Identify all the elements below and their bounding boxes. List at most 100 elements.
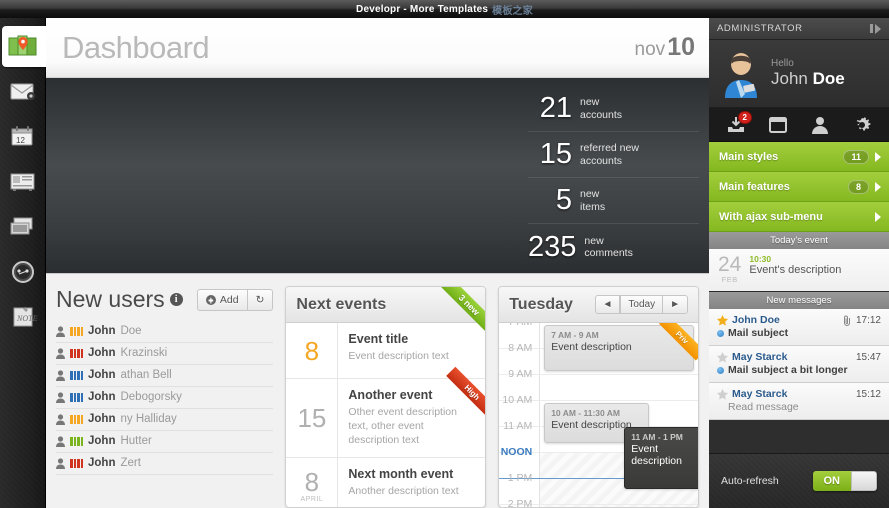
today-event-item[interactable]: 24 FEB 10:30 Event's description (709, 249, 889, 292)
calendar-event-desc: Event description (631, 443, 682, 467)
stat-referred-accounts: 15 referred new accounts (528, 132, 699, 178)
gear-icon[interactable] (851, 115, 873, 135)
new-users-title: New users i (56, 286, 183, 313)
calendar-icon[interactable] (767, 115, 789, 135)
user-row[interactable]: John athan Bell (56, 365, 274, 387)
today-event-date: 24 FEB (718, 254, 741, 284)
refresh-icon: ↻ (255, 293, 265, 306)
sidebar-hello-label: Hello (771, 58, 794, 69)
event-row[interactable]: 8 APRIL Next month event Another descriptio… (286, 457, 485, 507)
messages-list: John Doe 17:12 Mail subject May Starck 15:47… (709, 309, 889, 420)
rail-item-media[interactable] (0, 204, 46, 249)
next-events-title: Next events (296, 295, 387, 313)
event-title: Next month event (348, 466, 454, 481)
stat-new-items: 5 new items (528, 178, 699, 224)
new-users-panel: New users i + Add ↻ John Doe John Krazins… (56, 286, 274, 508)
message-item[interactable]: May Starck 15:12 Read message (709, 383, 889, 420)
plus-icon: + (205, 294, 216, 305)
panel-title-text: New users (56, 286, 165, 312)
calendar-prev-button[interactable]: ◄ (594, 295, 621, 314)
add-user-button[interactable]: + Add (196, 288, 248, 311)
star-icon[interactable] (717, 388, 728, 400)
auto-refresh-toggle[interactable]: ON (812, 471, 877, 491)
calendar-hour-label: 11 AM (503, 420, 533, 432)
stat-new-comments: 235 new comments (528, 224, 699, 270)
svg-text:NOTE: NOTE (16, 314, 38, 323)
user-first-name: John (88, 325, 116, 337)
user-first-name: John (88, 391, 116, 403)
calendar-hour-track[interactable] (539, 375, 698, 400)
panels-row: New users i + Add ↻ John Doe John Krazins… (46, 274, 709, 508)
sidebar-user-text: Hello John Doe (771, 58, 845, 89)
calendar-event-time: 11 AM - 1 PM (631, 432, 683, 442)
event-day: 15 (297, 402, 327, 433)
person-icon (56, 435, 65, 447)
user-row[interactable]: John ny Halliday (56, 409, 274, 431)
calendar-body[interactable]: 7 AM8 AM9 AM10 AM11 AMNOON1 PM2 PM3 PM P… (499, 323, 698, 508)
calendar-hour-label: 8 AM (508, 342, 533, 354)
rail-item-calendar[interactable]: 12 (0, 114, 46, 159)
message-sender: May Starck (732, 351, 788, 363)
calendar-next-button[interactable]: ► (663, 295, 688, 314)
sidebar-quick-icons: 2 (709, 108, 889, 142)
rail-item-map[interactable] (0, 24, 46, 69)
page-root: 12 NOTE Dashboard nov10 21 new accounts … (0, 18, 889, 508)
message-top: May Starck 15:12 (717, 388, 881, 400)
user-row[interactable]: John Doe (56, 321, 274, 343)
toggle-knob (851, 471, 877, 491)
inbox-icon[interactable]: 2 (725, 110, 752, 135)
user-row[interactable]: John Zert (56, 453, 274, 475)
star-icon[interactable] (717, 351, 728, 363)
info-icon[interactable]: i (169, 293, 183, 306)
today-event-desc: Event's description (749, 264, 842, 276)
sidebar-menu-item[interactable]: Main features 8 (709, 172, 889, 202)
event-body: Next month event Another description text (338, 458, 468, 507)
rail-item-news[interactable] (0, 159, 46, 204)
user-row[interactable]: John Hutter (56, 431, 274, 453)
message-top: May Starck 15:47 (717, 351, 881, 363)
sidebar-menu-right (875, 211, 881, 222)
gauge-icon (12, 260, 34, 283)
message-item[interactable]: John Doe 17:12 Mail subject (709, 309, 889, 346)
rail-item-gauge[interactable] (0, 249, 46, 294)
calendar-today-button[interactable]: Today (620, 295, 664, 314)
rail-item-mail[interactable] (0, 69, 46, 114)
calendar-hour-label: 10 AM (502, 394, 533, 406)
user-icon[interactable] (809, 115, 831, 135)
message-item[interactable]: May Starck 15:47 Mail subject a bit longer (709, 346, 889, 383)
mail-icon (10, 83, 35, 100)
calendar-icon: 12 (11, 125, 33, 145)
refresh-users-button[interactable]: ↻ (247, 288, 274, 311)
rating-bars (70, 414, 83, 424)
sidebar-menu-item[interactable]: Main styles 11 (709, 142, 889, 172)
person-icon (56, 413, 65, 425)
event-body: Event title Event description text (338, 323, 458, 378)
star-icon[interactable] (717, 314, 728, 326)
sidebar-user-card[interactable]: Hello John Doe (709, 40, 889, 108)
message-subject: Read message (728, 401, 799, 413)
avatar (725, 52, 757, 98)
event-row[interactable]: High 15 Another event Other event descripti… (286, 366, 486, 458)
rail-item-note[interactable]: NOTE (0, 294, 46, 339)
stat-label: new comments (584, 235, 632, 259)
calendar-nav: ◄ Today ► (594, 295, 688, 314)
calendar-event-time: 10 AM - 11:30 AM (551, 408, 621, 418)
page-title: Dashboard (62, 29, 210, 65)
sidebar-collapse-icon[interactable] (870, 23, 881, 34)
message-sender: May Starck (732, 388, 788, 400)
sidebar-menu-item[interactable]: With ajax sub-menu (709, 202, 889, 232)
chevron-right-icon (875, 181, 881, 192)
stats-panel: 21 new accounts 15 referred new accounts… (516, 78, 709, 273)
today-event-time: 10:30 (749, 254, 772, 264)
user-row[interactable]: John Debogorsky (56, 387, 274, 409)
calendar-hour-label: NOON (500, 446, 533, 458)
header-day: 10 (667, 33, 695, 61)
calendar-hour-label: 2 PM (507, 498, 533, 508)
message-subject-row: Read message (717, 401, 881, 413)
calendar-event[interactable]: Priv 7 AM - 9 AM Event description (544, 323, 698, 371)
stat-value: 21 (539, 92, 572, 124)
sidebar-menu-right: 8 (847, 179, 881, 194)
calendar-event[interactable]: 11 AM - 1 PM Event description (624, 427, 698, 489)
user-row[interactable]: John Krazinski (56, 343, 274, 365)
auto-refresh-state: ON (812, 471, 851, 491)
